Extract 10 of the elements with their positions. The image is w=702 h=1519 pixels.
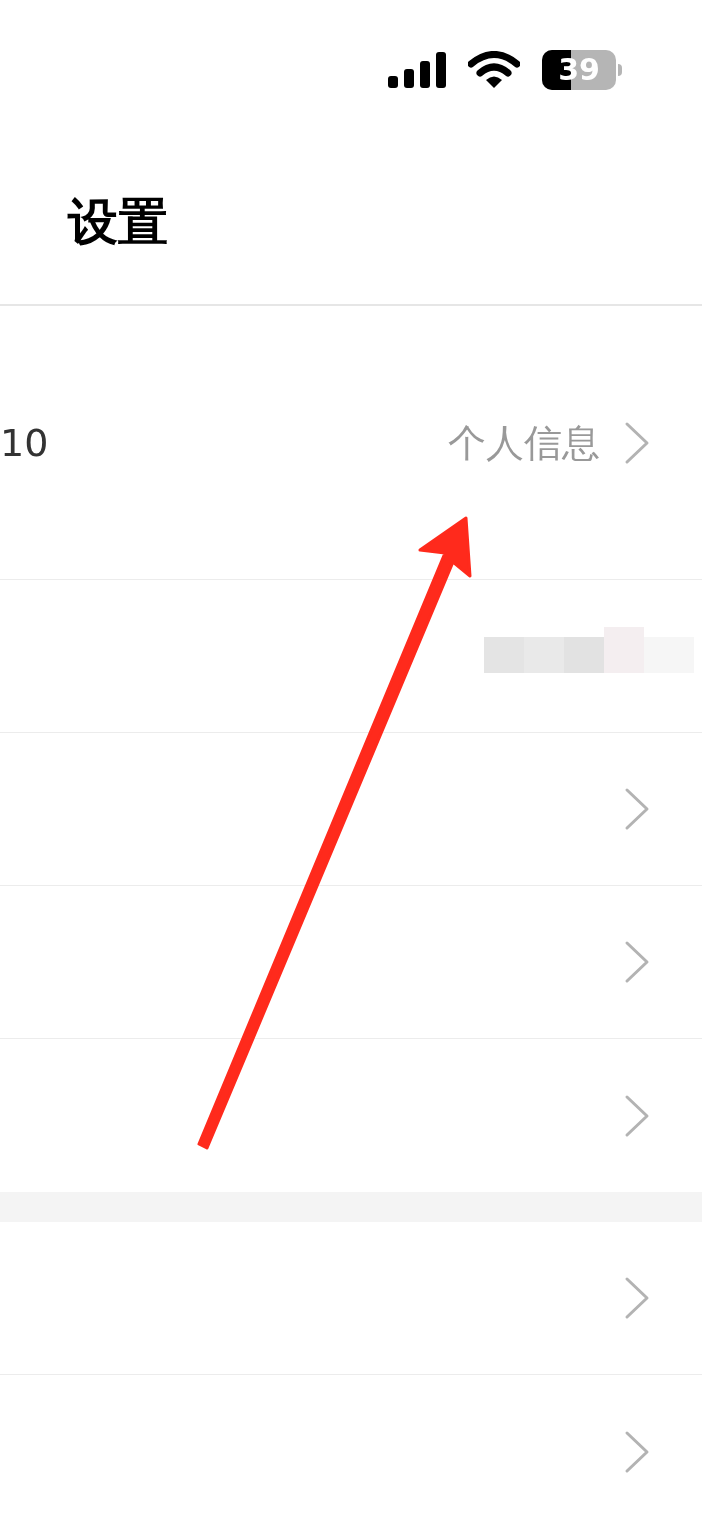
wifi-icon: [468, 51, 520, 89]
chevron-icon: [624, 787, 650, 831]
chevron-icon: [624, 1093, 650, 1138]
row-value: 10: [0, 423, 49, 462]
signal-icon: [388, 52, 446, 88]
chevron-icon: [624, 420, 650, 465]
chevron-icon: [624, 1276, 650, 1320]
chevron-icon: [624, 940, 650, 984]
page-title: 设置: [68, 197, 168, 247]
chevron-icon: [624, 1429, 650, 1474]
